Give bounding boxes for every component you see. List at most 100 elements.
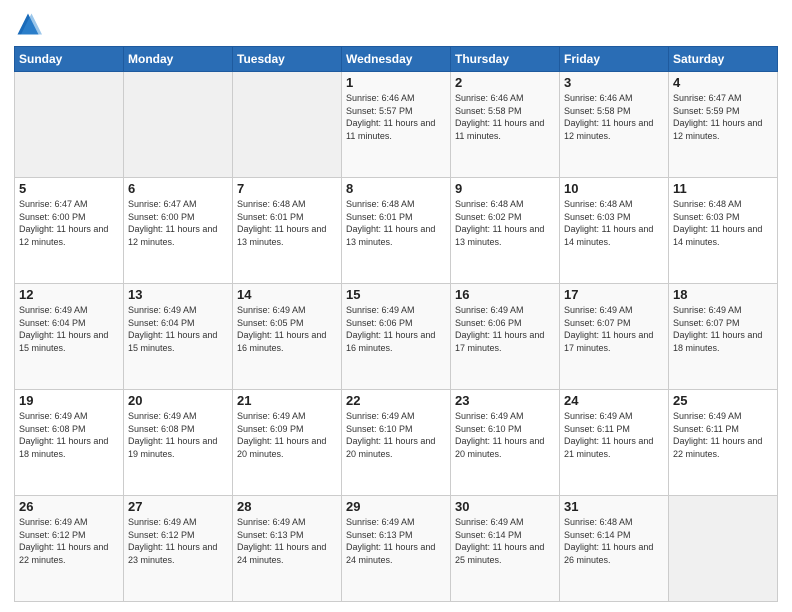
calendar-cell: 23 Sunrise: 6:49 AMSunset: 6:10 PMDayligh… bbox=[451, 390, 560, 496]
day-info: Sunrise: 6:49 AMSunset: 6:08 PMDaylight:… bbox=[128, 410, 228, 460]
day-number: 28 bbox=[237, 499, 337, 514]
day-info: Sunrise: 6:47 AMSunset: 6:00 PMDaylight:… bbox=[128, 198, 228, 248]
calendar-cell: 21 Sunrise: 6:49 AMSunset: 6:09 PMDayligh… bbox=[233, 390, 342, 496]
calendar-cell bbox=[669, 496, 778, 602]
calendar-cell: 2 Sunrise: 6:46 AMSunset: 5:58 PMDaylight… bbox=[451, 72, 560, 178]
day-info: Sunrise: 6:48 AMSunset: 6:02 PMDaylight:… bbox=[455, 198, 555, 248]
calendar-cell bbox=[233, 72, 342, 178]
day-info: Sunrise: 6:49 AMSunset: 6:14 PMDaylight:… bbox=[455, 516, 555, 566]
day-info: Sunrise: 6:46 AMSunset: 5:58 PMDaylight:… bbox=[564, 92, 664, 142]
day-number: 22 bbox=[346, 393, 446, 408]
day-info: Sunrise: 6:49 AMSunset: 6:05 PMDaylight:… bbox=[237, 304, 337, 354]
calendar-cell: 29Sunrise: 6:49 AMSunset: 6:13 PMDayligh… bbox=[342, 496, 451, 602]
calendar-cell: 13 Sunrise: 6:49 AMSunset: 6:04 PMDayligh… bbox=[124, 284, 233, 390]
day-number: 2 bbox=[455, 75, 555, 90]
day-number: 9 bbox=[455, 181, 555, 196]
calendar-cell: 31 Sunrise: 6:48 AMSunset: 6:14 PMDayligh… bbox=[560, 496, 669, 602]
day-number: 19 bbox=[19, 393, 119, 408]
weekday-header: Tuesday bbox=[233, 47, 342, 72]
day-number: 18 bbox=[673, 287, 773, 302]
day-number: 10 bbox=[564, 181, 664, 196]
calendar-week-row: 26 Sunrise: 6:49 AMSunset: 6:12 PMDayligh… bbox=[15, 496, 778, 602]
day-number: 5 bbox=[19, 181, 119, 196]
day-number: 30 bbox=[455, 499, 555, 514]
day-info: Sunrise: 6:49 AMSunset: 6:12 PMDaylight:… bbox=[128, 516, 228, 566]
weekday-header: Wednesday bbox=[342, 47, 451, 72]
day-info: Sunrise: 6:49 AMSunset: 6:07 PMDaylight:… bbox=[564, 304, 664, 354]
day-number: 25 bbox=[673, 393, 773, 408]
calendar-cell: 20Sunrise: 6:49 AMSunset: 6:08 PMDayligh… bbox=[124, 390, 233, 496]
day-number: 12 bbox=[19, 287, 119, 302]
weekday-header: Monday bbox=[124, 47, 233, 72]
day-info: Sunrise: 6:48 AMSunset: 6:01 PMDaylight:… bbox=[237, 198, 337, 248]
day-info: Sunrise: 6:49 AMSunset: 6:06 PMDaylight:… bbox=[455, 304, 555, 354]
day-info: Sunrise: 6:47 AMSunset: 6:00 PMDaylight:… bbox=[19, 198, 119, 248]
calendar-cell: 17 Sunrise: 6:49 AMSunset: 6:07 PMDayligh… bbox=[560, 284, 669, 390]
calendar-week-row: 5 Sunrise: 6:47 AMSunset: 6:00 PMDaylight… bbox=[15, 178, 778, 284]
weekday-header: Friday bbox=[560, 47, 669, 72]
calendar-cell: 15 Sunrise: 6:49 AMSunset: 6:06 PMDayligh… bbox=[342, 284, 451, 390]
day-number: 17 bbox=[564, 287, 664, 302]
day-info: Sunrise: 6:48 AMSunset: 6:03 PMDaylight:… bbox=[564, 198, 664, 248]
calendar-cell: 28 Sunrise: 6:49 AMSunset: 6:13 PMDayligh… bbox=[233, 496, 342, 602]
weekday-header: Sunday bbox=[15, 47, 124, 72]
day-info: Sunrise: 6:49 AMSunset: 6:04 PMDaylight:… bbox=[128, 304, 228, 354]
day-number: 8 bbox=[346, 181, 446, 196]
day-info: Sunrise: 6:48 AMSunset: 6:14 PMDaylight:… bbox=[564, 516, 664, 566]
day-number: 27 bbox=[128, 499, 228, 514]
calendar-cell: 7 Sunrise: 6:48 AMSunset: 6:01 PMDaylight… bbox=[233, 178, 342, 284]
day-number: 29 bbox=[346, 499, 446, 514]
weekday-header: Thursday bbox=[451, 47, 560, 72]
calendar-cell: 1 Sunrise: 6:46 AMSunset: 5:57 PMDaylight… bbox=[342, 72, 451, 178]
calendar-cell: 5 Sunrise: 6:47 AMSunset: 6:00 PMDaylight… bbox=[15, 178, 124, 284]
calendar-cell bbox=[15, 72, 124, 178]
calendar-cell: 10 Sunrise: 6:48 AMSunset: 6:03 PMDayligh… bbox=[560, 178, 669, 284]
day-info: Sunrise: 6:49 AMSunset: 6:08 PMDaylight:… bbox=[19, 410, 119, 460]
day-info: Sunrise: 6:49 AMSunset: 6:12 PMDaylight:… bbox=[19, 516, 119, 566]
calendar-cell: 8 Sunrise: 6:48 AMSunset: 6:01 PMDaylight… bbox=[342, 178, 451, 284]
day-number: 31 bbox=[564, 499, 664, 514]
day-number: 15 bbox=[346, 287, 446, 302]
day-info: Sunrise: 6:47 AMSunset: 5:59 PMDaylight:… bbox=[673, 92, 773, 142]
day-number: 23 bbox=[455, 393, 555, 408]
day-info: Sunrise: 6:49 AMSunset: 6:13 PMDaylight:… bbox=[237, 516, 337, 566]
calendar-cell: 24 Sunrise: 6:49 AMSunset: 6:11 PMDayligh… bbox=[560, 390, 669, 496]
day-info: Sunrise: 6:49 AMSunset: 6:10 PMDaylight:… bbox=[455, 410, 555, 460]
header bbox=[14, 10, 778, 38]
calendar-cell: 14Sunrise: 6:49 AMSunset: 6:05 PMDayligh… bbox=[233, 284, 342, 390]
day-number: 11 bbox=[673, 181, 773, 196]
weekday-header: Saturday bbox=[669, 47, 778, 72]
calendar-cell: 19 Sunrise: 6:49 AMSunset: 6:08 PMDayligh… bbox=[15, 390, 124, 496]
calendar-cell: 22 Sunrise: 6:49 AMSunset: 6:10 PMDayligh… bbox=[342, 390, 451, 496]
day-info: Sunrise: 6:49 AMSunset: 6:07 PMDaylight:… bbox=[673, 304, 773, 354]
day-number: 1 bbox=[346, 75, 446, 90]
day-info: Sunrise: 6:49 AMSunset: 6:10 PMDaylight:… bbox=[346, 410, 446, 460]
calendar-week-row: 19 Sunrise: 6:49 AMSunset: 6:08 PMDayligh… bbox=[15, 390, 778, 496]
day-info: Sunrise: 6:49 AMSunset: 6:11 PMDaylight:… bbox=[564, 410, 664, 460]
day-number: 16 bbox=[455, 287, 555, 302]
calendar-cell: 26 Sunrise: 6:49 AMSunset: 6:12 PMDayligh… bbox=[15, 496, 124, 602]
calendar-cell: 12 Sunrise: 6:49 AMSunset: 6:04 PMDayligh… bbox=[15, 284, 124, 390]
day-info: Sunrise: 6:48 AMSunset: 6:01 PMDaylight:… bbox=[346, 198, 446, 248]
day-number: 21 bbox=[237, 393, 337, 408]
calendar-cell: 3 Sunrise: 6:46 AMSunset: 5:58 PMDaylight… bbox=[560, 72, 669, 178]
day-number: 4 bbox=[673, 75, 773, 90]
calendar-cell: 16 Sunrise: 6:49 AMSunset: 6:06 PMDayligh… bbox=[451, 284, 560, 390]
day-number: 3 bbox=[564, 75, 664, 90]
calendar-week-row: 1 Sunrise: 6:46 AMSunset: 5:57 PMDaylight… bbox=[15, 72, 778, 178]
day-number: 13 bbox=[128, 287, 228, 302]
calendar-table: SundayMondayTuesdayWednesdayThursdayFrid… bbox=[14, 46, 778, 602]
day-info: Sunrise: 6:49 AMSunset: 6:09 PMDaylight:… bbox=[237, 410, 337, 460]
calendar-week-row: 12 Sunrise: 6:49 AMSunset: 6:04 PMDayligh… bbox=[15, 284, 778, 390]
calendar-cell: 6Sunrise: 6:47 AMSunset: 6:00 PMDaylight… bbox=[124, 178, 233, 284]
day-info: Sunrise: 6:49 AMSunset: 6:04 PMDaylight:… bbox=[19, 304, 119, 354]
day-number: 7 bbox=[237, 181, 337, 196]
calendar-page: SundayMondayTuesdayWednesdayThursdayFrid… bbox=[0, 0, 792, 612]
day-info: Sunrise: 6:49 AMSunset: 6:06 PMDaylight:… bbox=[346, 304, 446, 354]
day-number: 26 bbox=[19, 499, 119, 514]
logo-icon bbox=[14, 10, 42, 38]
calendar-cell: 18 Sunrise: 6:49 AMSunset: 6:07 PMDayligh… bbox=[669, 284, 778, 390]
day-number: 24 bbox=[564, 393, 664, 408]
day-info: Sunrise: 6:46 AMSunset: 5:58 PMDaylight:… bbox=[455, 92, 555, 142]
day-info: Sunrise: 6:46 AMSunset: 5:57 PMDaylight:… bbox=[346, 92, 446, 142]
